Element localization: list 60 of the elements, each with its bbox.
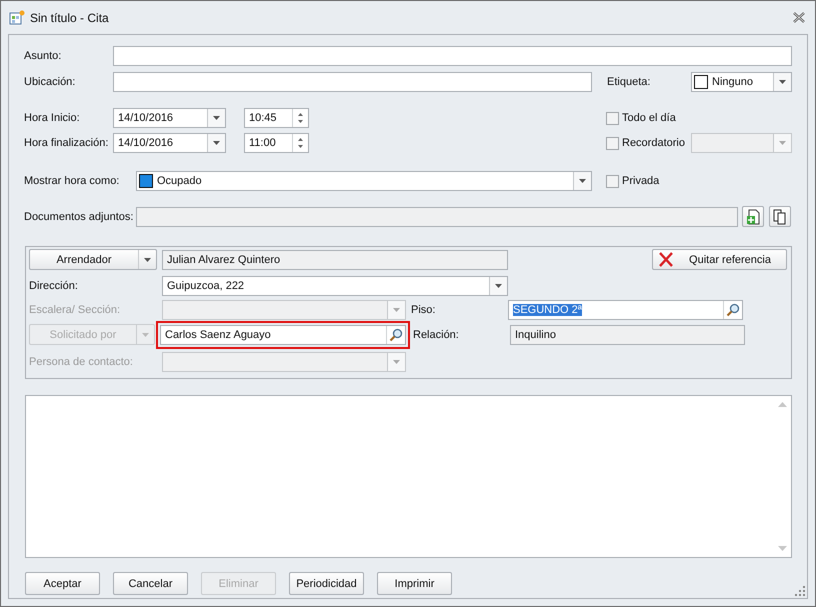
caret-icon — [779, 80, 786, 84]
address-dropdown[interactable]: Guipuzcoa, 222 — [162, 276, 508, 296]
search-icon — [389, 328, 403, 342]
show-as-dropdown[interactable]: Ocupado — [136, 171, 592, 191]
resize-grip-icon[interactable] — [794, 585, 805, 596]
field-label: Piso: — [411, 304, 436, 316]
field-label: Hora finalización: — [24, 137, 110, 149]
copy-icon — [773, 208, 787, 224]
caret-icon — [779, 140, 786, 144]
caret-icon — [213, 141, 220, 145]
caret-icon — [213, 116, 220, 120]
private-checkbox[interactable]: Privada — [606, 174, 660, 188]
caret-icon — [495, 284, 502, 288]
field-label: Etiqueta: — [607, 76, 652, 88]
all-day-checkbox[interactable]: Todo el día — [606, 112, 676, 124]
field-label: Mostrar hora como: — [24, 175, 120, 187]
time-spinner[interactable]: 10:45 — [244, 108, 309, 128]
copy-button[interactable] — [769, 206, 791, 227]
field-label: Relación: — [413, 328, 460, 340]
up-arrow-icon[interactable] — [298, 138, 303, 141]
up-arrow-icon[interactable] — [298, 113, 303, 116]
tag-dropdown[interactable]: Ninguno — [691, 72, 792, 92]
search-icon — [726, 303, 740, 317]
remove-reference-button[interactable]: Quitar referencia — [652, 249, 787, 270]
field-label: Persona de contacto: — [29, 356, 134, 368]
close-icon[interactable] — [793, 12, 805, 23]
down-arrow-icon[interactable] — [298, 145, 303, 148]
field-label: Escalera/ Sección: — [29, 304, 122, 316]
field-label: Hora Inicio: — [24, 112, 81, 124]
attachments-field[interactable] — [136, 206, 738, 226]
date-picker[interactable]: 14/10/2016 — [113, 133, 226, 153]
field-label: Asunto: — [24, 50, 62, 62]
down-arrow-icon[interactable] — [298, 120, 303, 123]
time-spinner[interactable]: 11:00 — [244, 133, 309, 153]
caret-icon — [393, 360, 400, 364]
dialog-button[interactable]: Imprimir — [377, 572, 452, 595]
field-label: Ubicación: — [24, 76, 76, 88]
location-field[interactable] — [113, 72, 592, 92]
reminder-dropdown[interactable] — [691, 132, 792, 152]
field-label: Dirección: — [29, 280, 79, 292]
dialog-button[interactable]: Periodicidad — [289, 572, 364, 595]
caret-icon — [142, 332, 149, 336]
name-field[interactable]: Julian Alvarez Quintero — [162, 250, 508, 270]
subject-field[interactable] — [113, 46, 792, 66]
calendar-icon — [9, 10, 25, 26]
floor-field[interactable]: SEGUNDO 2ª — [508, 300, 743, 320]
add-document-button[interactable] — [742, 206, 764, 227]
caret-icon — [144, 258, 151, 262]
cross-icon — [658, 252, 674, 267]
window-title: Sin título - Cita — [30, 10, 109, 24]
reminder-checkbox[interactable]: Recordatorio — [606, 136, 691, 150]
add-document-icon — [746, 208, 760, 224]
dialog-button[interactable]: Cancelar — [113, 572, 188, 595]
caret-icon — [579, 179, 586, 183]
dialog-button[interactable]: Aceptar — [25, 572, 100, 595]
relation-field[interactable]: Inquilino — [510, 324, 745, 344]
field-label: Documentos adjuntos: — [24, 210, 134, 222]
date-picker[interactable]: 14/10/2016 — [113, 108, 226, 128]
caret-icon — [393, 308, 400, 312]
role-dropdown-button[interactable]: Arrendador — [29, 249, 157, 270]
